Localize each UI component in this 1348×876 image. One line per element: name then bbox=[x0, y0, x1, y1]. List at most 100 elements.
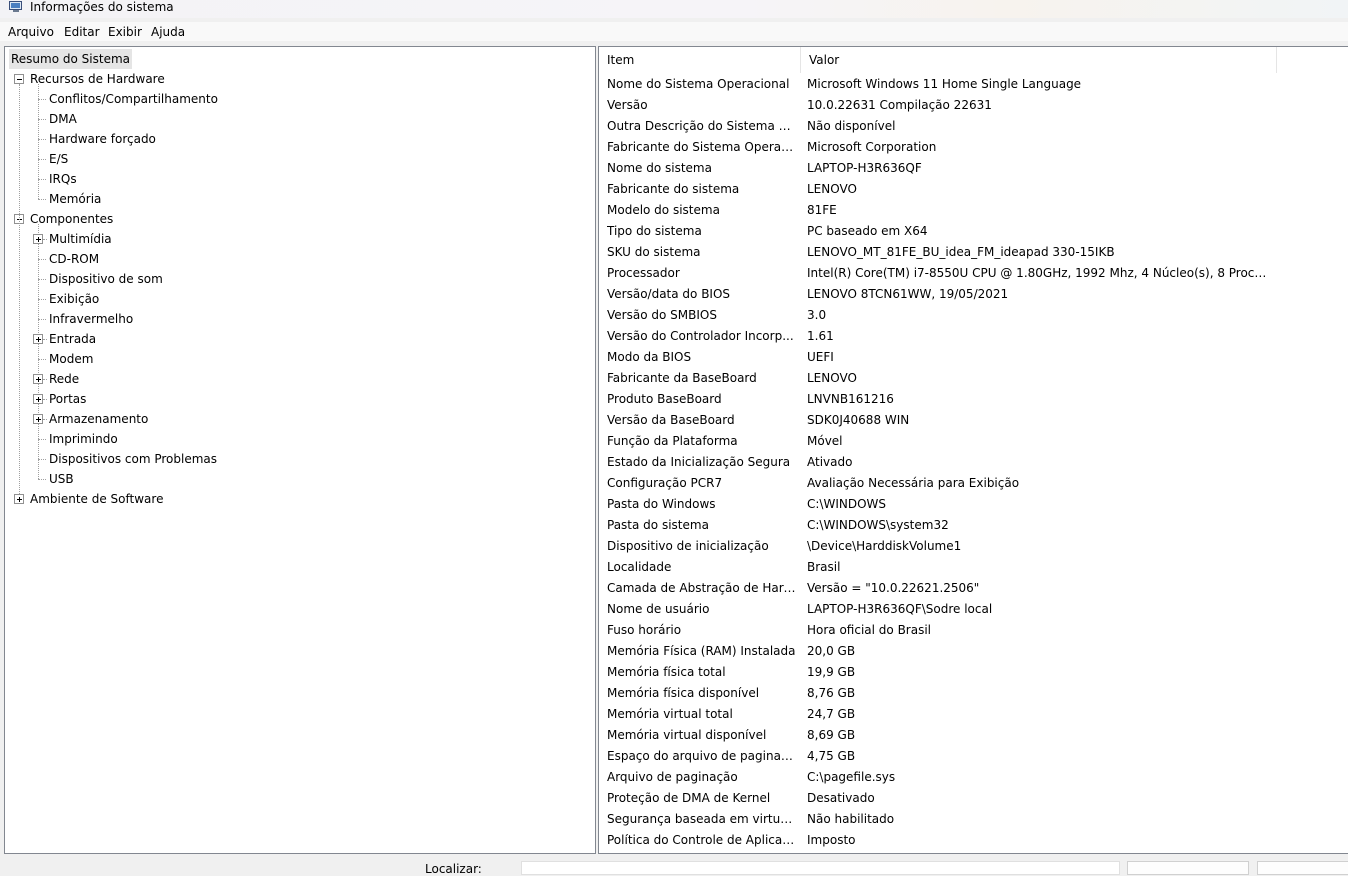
tree-item-component-8[interactable]: Portas bbox=[5, 389, 593, 409]
tree-item-component-6[interactable]: Modem bbox=[5, 349, 593, 369]
table-row[interactable]: Versão/data do BIOS LENOVO 8TCN61WW, 19/0… bbox=[599, 284, 1348, 305]
tree-item-hardware-3[interactable]: E/S bbox=[5, 149, 593, 169]
tree-item-system-summary[interactable]: Resumo do Sistema bbox=[5, 49, 593, 69]
table-row[interactable]: Fabricante da BaseBoard LENOVO bbox=[599, 368, 1348, 389]
value-cell: Versão = "10.0.22621.2506" bbox=[807, 581, 980, 595]
menu-editar[interactable]: Editar bbox=[64, 25, 100, 39]
minus-icon[interactable] bbox=[14, 74, 24, 84]
table-row[interactable]: Fabricante do sistema LENOVO bbox=[599, 179, 1348, 200]
table-row[interactable]: Arquivo de paginação C:\pagefile.sys bbox=[599, 767, 1348, 788]
table-row[interactable]: Fabricante do Sistema Operaci... Microsof… bbox=[599, 137, 1348, 158]
tree-item-component-9[interactable]: Armazenamento bbox=[5, 409, 593, 429]
table-row[interactable]: Nome de usuário LAPTOP-H3R636QF\Sodre loc… bbox=[599, 599, 1348, 620]
tree-connector bbox=[43, 239, 47, 240]
table-row[interactable]: Política do Controle de Aplicati... Impos… bbox=[599, 830, 1348, 851]
table-row[interactable]: Dispositivo de inicialização \Device\Hard… bbox=[599, 536, 1348, 557]
tree-item-software-environment[interactable]: Ambiente de Software bbox=[5, 489, 593, 509]
tree-item-label: Recursos de Hardware bbox=[30, 72, 165, 86]
tree-item-component-12[interactable]: USB bbox=[5, 469, 593, 489]
tree-connector bbox=[38, 199, 46, 200]
item-cell: Memória Física (RAM) Instalada bbox=[607, 644, 796, 658]
table-row[interactable]: Produto BaseBoard LNVNB161216 bbox=[599, 389, 1348, 410]
tree-item-components[interactable]: Componentes bbox=[5, 209, 593, 229]
plus-icon[interactable] bbox=[14, 494, 24, 504]
tree-item-component-7[interactable]: Rede bbox=[5, 369, 593, 389]
tree-item-component-5[interactable]: Entrada bbox=[5, 329, 593, 349]
plus-icon[interactable] bbox=[33, 234, 43, 244]
tree-item-hardware-1[interactable]: DMA bbox=[5, 109, 593, 129]
table-row[interactable]: Fuso horário Hora oficial do Brasil bbox=[599, 620, 1348, 641]
menu-exibir[interactable]: Exibir bbox=[108, 25, 142, 39]
category-tree[interactable]: Resumo do Sistema Recursos de Hardware Con… bbox=[4, 46, 596, 854]
table-row[interactable]: SKU do sistema LENOVO_MT_81FE_BU_idea_FM_… bbox=[599, 242, 1348, 263]
column-header-value[interactable]: Valor bbox=[801, 47, 1276, 73]
table-row[interactable]: Versão 10.0.22631 Compilação 22631 bbox=[599, 95, 1348, 116]
table-row[interactable]: Configuração PCR7 Avaliação Necessária pa… bbox=[599, 473, 1348, 494]
tree-item-hardware-resources[interactable]: Recursos de Hardware bbox=[5, 69, 593, 89]
value-cell: LAPTOP-H3R636QF\Sodre local bbox=[807, 602, 993, 616]
tree-item-hardware-5[interactable]: Memória bbox=[5, 189, 593, 209]
item-cell: SKU do sistema bbox=[607, 245, 701, 259]
column-divider[interactable] bbox=[1276, 47, 1277, 73]
tree-item-label: Modem bbox=[49, 352, 94, 366]
value-cell: Não habilitado bbox=[807, 812, 895, 826]
table-row[interactable]: Memória virtual disponível 8,69 GB bbox=[599, 725, 1348, 746]
tree-item-component-10[interactable]: Imprimindo bbox=[5, 429, 593, 449]
value-cell: LENOVO bbox=[807, 371, 857, 385]
menu-ajuda[interactable]: Ajuda bbox=[151, 25, 185, 39]
table-row[interactable]: Pasta do Windows C:\WINDOWS bbox=[599, 494, 1348, 515]
table-row[interactable]: Proteção de DMA de Kernel Desativado bbox=[599, 788, 1348, 809]
tree-item-hardware-2[interactable]: Hardware forçado bbox=[5, 129, 593, 149]
find-button[interactable] bbox=[1127, 861, 1249, 875]
value-cell: 3.0 bbox=[807, 308, 827, 322]
table-row[interactable]: Processador Intel(R) Core(TM) i7-8550U CP… bbox=[599, 263, 1348, 284]
tree-item-hardware-0[interactable]: Conflitos/Compartilhamento bbox=[5, 89, 593, 109]
tree-item-label: Hardware forçado bbox=[49, 132, 156, 146]
table-row[interactable]: Memória Física (RAM) Instalada 20,0 GB bbox=[599, 641, 1348, 662]
table-row[interactable]: Estado da Inicialização Segura Ativado bbox=[599, 452, 1348, 473]
window-title: Informações do sistema bbox=[30, 0, 174, 14]
plus-icon[interactable] bbox=[33, 334, 43, 344]
tree-item-label: Armazenamento bbox=[49, 412, 149, 426]
table-row[interactable]: Memória física disponível 8,76 GB bbox=[599, 683, 1348, 704]
table-row[interactable]: Modelo do sistema 81FE bbox=[599, 200, 1348, 221]
table-row[interactable]: Pasta do sistema C:\WINDOWS\system32 bbox=[599, 515, 1348, 536]
close-find-button[interactable] bbox=[1257, 861, 1348, 875]
item-cell: Versão/data do BIOS bbox=[607, 287, 731, 301]
table-row[interactable]: Localidade Brasil bbox=[599, 557, 1348, 578]
column-header-item[interactable]: Item bbox=[599, 47, 800, 73]
tree-item-component-11[interactable]: Dispositivos com Problemas bbox=[5, 449, 593, 469]
tree-item-hardware-4[interactable]: IRQs bbox=[5, 169, 593, 189]
table-row[interactable]: Função da Plataforma Móvel bbox=[599, 431, 1348, 452]
tree-item-component-0[interactable]: Multimídia bbox=[5, 229, 593, 249]
details-list[interactable]: Item Valor Nome do Sistema Operacional Mi… bbox=[598, 46, 1348, 854]
plus-icon[interactable] bbox=[33, 414, 43, 424]
table-row[interactable]: Versão da BaseBoard SDK0J40688 WIN bbox=[599, 410, 1348, 431]
find-input[interactable] bbox=[521, 861, 1120, 875]
item-cell: Memória virtual disponível bbox=[607, 728, 767, 742]
table-row[interactable]: Nome do sistema LAPTOP-H3R636QF bbox=[599, 158, 1348, 179]
table-row[interactable]: Camada de Abstração de Hard... Versão = "… bbox=[599, 578, 1348, 599]
value-cell: Avaliação Necessária para Exibição bbox=[807, 476, 1020, 490]
table-row[interactable]: Segurança baseada em virtuali... Não habi… bbox=[599, 809, 1348, 830]
item-cell: Memória virtual total bbox=[607, 707, 733, 721]
expander-bar bbox=[19, 497, 20, 502]
tree-item-component-2[interactable]: Dispositivo de som bbox=[5, 269, 593, 289]
plus-icon[interactable] bbox=[33, 374, 43, 384]
menu-arquivo[interactable]: Arquivo bbox=[8, 25, 54, 39]
table-row[interactable]: Modo da BIOS UEFI bbox=[599, 347, 1348, 368]
table-row[interactable]: Memória física total 19,9 GB bbox=[599, 662, 1348, 683]
table-row[interactable]: Versão do SMBIOS 3.0 bbox=[599, 305, 1348, 326]
tree-item-component-4[interactable]: Infravermelho bbox=[5, 309, 593, 329]
table-row[interactable]: Espaço do arquivo de paginaç... 4,75 GB bbox=[599, 746, 1348, 767]
table-row[interactable]: Outra Descrição do Sistema O... Não dispo… bbox=[599, 116, 1348, 137]
table-row[interactable]: Nome do Sistema Operacional Microsoft Win… bbox=[599, 74, 1348, 95]
tree-item-component-1[interactable]: CD-ROM bbox=[5, 249, 593, 269]
value-cell: Imposto bbox=[807, 833, 856, 847]
table-row[interactable]: Memória virtual total 24,7 GB bbox=[599, 704, 1348, 725]
tree-item-component-3[interactable]: Exibição bbox=[5, 289, 593, 309]
table-row[interactable]: Versão do Controlador Incorp... 1.61 bbox=[599, 326, 1348, 347]
plus-icon[interactable] bbox=[33, 394, 43, 404]
item-cell: Nome do sistema bbox=[607, 161, 712, 175]
table-row[interactable]: Tipo do sistema PC baseado em X64 bbox=[599, 221, 1348, 242]
